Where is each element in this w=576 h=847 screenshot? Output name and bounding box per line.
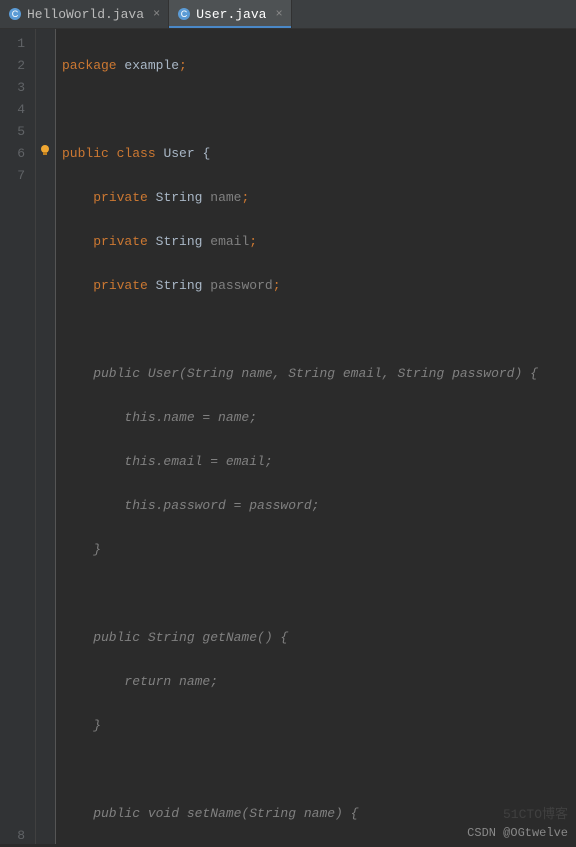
line-number [0,407,25,429]
line-number [0,605,25,627]
watermark: 51CTO博客 [503,803,568,822]
line-number [0,473,25,495]
line-number [0,297,25,319]
line-number: 1 [0,33,25,55]
line-number: 5 [0,121,25,143]
line-number [0,209,25,231]
tab-label: HelloWorld.java [27,7,144,22]
line-number [0,385,25,407]
line-number [0,429,25,451]
code-content[interactable]: package example; public class User { pri… [56,29,576,844]
tab-user[interactable]: C User.java × [169,0,291,28]
svg-text:C: C [181,9,188,19]
line-number [0,275,25,297]
line-number [0,759,25,781]
line-number [0,803,25,825]
java-class-icon: C [8,7,22,21]
close-icon[interactable]: × [271,7,282,21]
tab-bar: C HelloWorld.java × C User.java × [0,0,576,29]
line-number [0,495,25,517]
tab-label: User.java [196,7,266,22]
java-class-icon: C [177,7,191,21]
line-number [0,341,25,363]
gutter-margin [36,29,56,844]
editor: 1 2 3 4 5 6 7 8 [0,29,576,844]
line-number [0,231,25,253]
line-number [0,561,25,583]
line-number: 2 [0,55,25,77]
tab-helloworld[interactable]: C HelloWorld.java × [0,0,169,28]
line-number [0,649,25,671]
line-number [0,693,25,715]
line-number [0,187,25,209]
line-number: 3 [0,77,25,99]
line-number [0,583,25,605]
line-gutter: 1 2 3 4 5 6 7 8 [0,29,36,844]
line-number [0,737,25,759]
line-number [0,781,25,803]
line-number [0,627,25,649]
line-number: 4 [0,99,25,121]
line-number [0,253,25,275]
watermark: CSDN @OGtwelve [467,826,568,840]
lightbulb-icon[interactable] [38,143,52,157]
line-number: 7 [0,165,25,187]
line-number: 6 [0,143,25,165]
line-number [0,451,25,473]
line-number [0,671,25,693]
line-number [0,363,25,385]
close-icon[interactable]: × [149,7,160,21]
line-number [0,539,25,561]
line-number [0,715,25,737]
line-number [0,319,25,341]
svg-text:C: C [12,9,19,19]
line-number [0,517,25,539]
